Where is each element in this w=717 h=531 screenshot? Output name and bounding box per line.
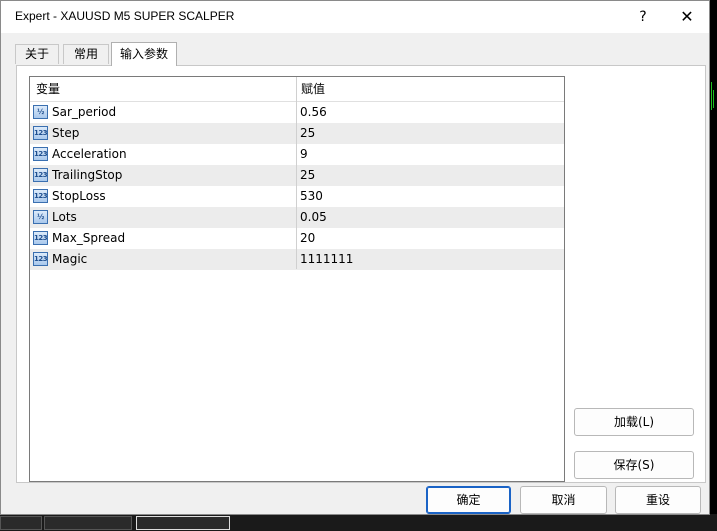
param-name: StopLoss bbox=[52, 189, 106, 203]
table-row[interactable]: ½ Lots 0.05 bbox=[30, 207, 564, 228]
window-title: Expert - XAUUSD M5 SUPER SCALPER bbox=[15, 9, 235, 23]
chart-candle bbox=[711, 82, 712, 110]
table-row[interactable]: 123 Max_Spread 20 bbox=[30, 228, 564, 249]
chart-candle bbox=[713, 90, 714, 108]
param-name: Lots bbox=[52, 210, 77, 224]
table-row[interactable]: 123 Step 25 bbox=[30, 123, 564, 144]
tab-inputs[interactable]: 输入参数 bbox=[111, 42, 177, 66]
chart-tab[interactable] bbox=[0, 516, 42, 530]
param-name: TrailingStop bbox=[52, 168, 123, 182]
expert-properties-dialog: Expert - XAUUSD M5 SUPER SCALPER ? ✕ 关于 … bbox=[0, 0, 710, 515]
param-name: Max_Spread bbox=[52, 231, 126, 245]
param-name: Magic bbox=[52, 252, 88, 266]
chart-tab-strip bbox=[0, 514, 717, 531]
param-value[interactable]: 0.05 bbox=[300, 207, 327, 228]
param-value[interactable]: 25 bbox=[300, 123, 315, 144]
integer-icon: 123 bbox=[33, 252, 48, 266]
param-value[interactable]: 530 bbox=[300, 186, 323, 207]
grid-header: 变量 赋值 bbox=[30, 77, 564, 102]
column-divider[interactable] bbox=[296, 77, 297, 269]
integer-icon: 123 bbox=[33, 168, 48, 182]
close-icon[interactable]: ✕ bbox=[673, 6, 701, 28]
integer-icon: 123 bbox=[33, 147, 48, 161]
reset-button[interactable]: 重设 bbox=[615, 486, 701, 514]
table-row[interactable]: 123 TrailingStop 25 bbox=[30, 165, 564, 186]
fraction-icon: ½ bbox=[33, 210, 48, 224]
table-row[interactable]: 123 Acceleration 9 bbox=[30, 144, 564, 165]
load-button[interactable]: 加载(L) bbox=[574, 408, 694, 436]
param-name: Step bbox=[52, 126, 80, 140]
table-row[interactable]: 123 Magic 1111111 bbox=[30, 249, 564, 270]
save-button[interactable]: 保存(S) bbox=[574, 451, 694, 479]
integer-icon: 123 bbox=[33, 189, 48, 203]
param-name: Sar_period bbox=[52, 105, 117, 119]
ok-button[interactable]: 确定 bbox=[426, 486, 511, 514]
column-header-variable[interactable]: 变量 bbox=[36, 77, 60, 101]
inputs-panel: 变量 赋值 ½ Sar_period 0.56 123 Step 25 123 … bbox=[16, 65, 706, 483]
chart-tab[interactable] bbox=[44, 516, 132, 530]
param-value[interactable]: 9 bbox=[300, 144, 308, 165]
tab-common[interactable]: 常用 bbox=[63, 44, 109, 64]
param-value[interactable]: 20 bbox=[300, 228, 315, 249]
param-value[interactable]: 1111111 bbox=[300, 249, 353, 270]
table-row[interactable]: 123 StopLoss 530 bbox=[30, 186, 564, 207]
tab-about[interactable]: 关于 bbox=[15, 44, 59, 64]
param-value[interactable]: 0.56 bbox=[300, 102, 327, 123]
fraction-icon: ½ bbox=[33, 105, 48, 119]
parameters-grid: 变量 赋值 ½ Sar_period 0.56 123 Step 25 123 … bbox=[29, 76, 565, 482]
cancel-button[interactable]: 取消 bbox=[520, 486, 607, 514]
title-bar[interactable]: Expert - XAUUSD M5 SUPER SCALPER ? ✕ bbox=[1, 1, 709, 33]
chart-tab[interactable] bbox=[136, 516, 230, 530]
integer-icon: 123 bbox=[33, 231, 48, 245]
table-row[interactable]: ½ Sar_period 0.56 bbox=[30, 102, 564, 123]
param-value[interactable]: 25 bbox=[300, 165, 315, 186]
help-icon[interactable]: ? bbox=[631, 6, 655, 28]
integer-icon: 123 bbox=[33, 126, 48, 140]
param-name: Acceleration bbox=[52, 147, 127, 161]
column-header-value[interactable]: 赋值 bbox=[301, 77, 325, 101]
